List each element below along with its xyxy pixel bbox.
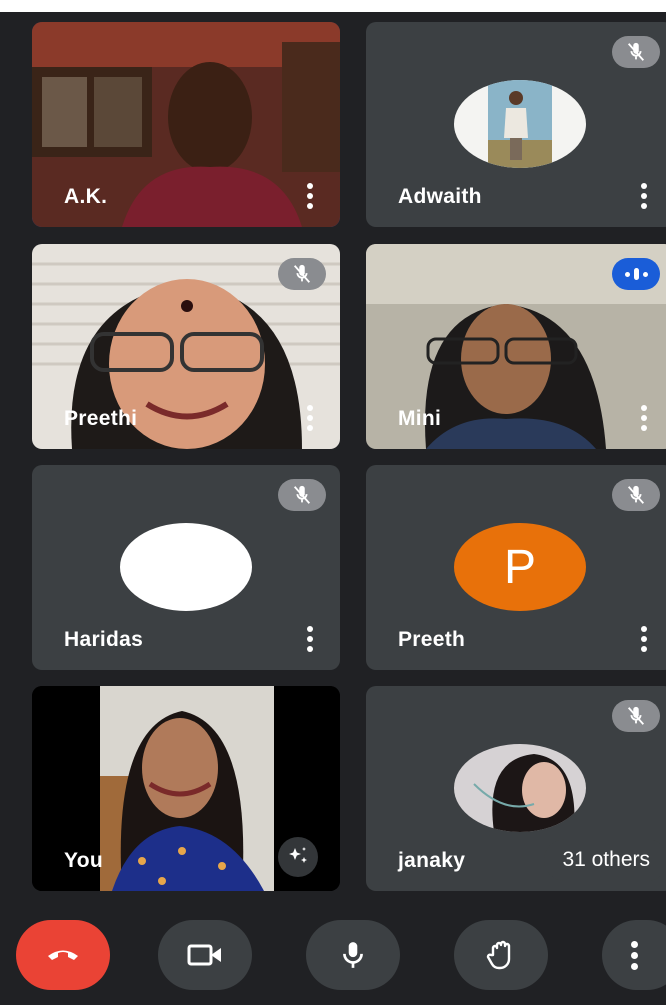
avatar [120, 523, 252, 611]
end-call-button[interactable] [16, 920, 110, 990]
microphone-icon [343, 942, 363, 968]
raise-hand-button[interactable] [454, 920, 548, 990]
participant-name: Mini [398, 407, 442, 430]
participant-tile-preethi[interactable]: Preethi [32, 244, 340, 449]
avatar: P [454, 523, 586, 611]
participant-tile-haridas[interactable]: Haridas [32, 465, 340, 670]
participant-name: Preethi [64, 407, 138, 430]
avatar [454, 744, 586, 832]
hand-icon [486, 940, 511, 970]
others-count-button[interactable]: 31 others [544, 839, 666, 881]
participant-name: A.K. [64, 185, 108, 208]
more-options-icon[interactable] [640, 626, 648, 652]
camera-icon [187, 944, 221, 966]
mic-muted-icon [278, 479, 326, 511]
participant-tile-adwaith[interactable]: Adwaith [366, 22, 666, 227]
more-options-icon[interactable] [640, 183, 648, 209]
participant-name: You [64, 849, 104, 872]
phone-hangup-icon [48, 950, 78, 960]
participant-name: Adwaith [398, 185, 482, 208]
participant-tile-ak[interactable]: A.K. [32, 22, 340, 227]
more-options-icon[interactable] [640, 405, 648, 431]
status-strip [0, 0, 666, 12]
participant-tile-janaky[interactable]: janaky 31 others [366, 686, 666, 891]
more-vert-icon [631, 940, 639, 970]
speaking-indicator-icon [612, 258, 660, 290]
participant-tile-self[interactable]: You [32, 686, 340, 891]
avatar [454, 80, 586, 168]
mic-muted-icon [612, 36, 660, 68]
participant-name: janaky [398, 849, 466, 872]
mic-muted-icon [612, 479, 660, 511]
camera-button[interactable] [158, 920, 252, 990]
participant-name: Haridas [64, 628, 144, 651]
mic-muted-icon [278, 258, 326, 290]
more-options-icon[interactable] [306, 626, 314, 652]
more-options-icon[interactable] [306, 405, 314, 431]
participant-tile-preeth[interactable]: P Preeth [366, 465, 666, 670]
microphone-button[interactable] [306, 920, 400, 990]
participant-name: Preeth [398, 628, 466, 651]
mic-muted-icon [612, 700, 660, 732]
effects-sparkle-icon[interactable] [278, 837, 318, 877]
more-options-icon[interactable] [306, 183, 314, 209]
participant-tile-mini[interactable]: Mini [366, 244, 666, 449]
more-options-button[interactable] [602, 920, 666, 990]
call-controls-bar [0, 910, 666, 1005]
